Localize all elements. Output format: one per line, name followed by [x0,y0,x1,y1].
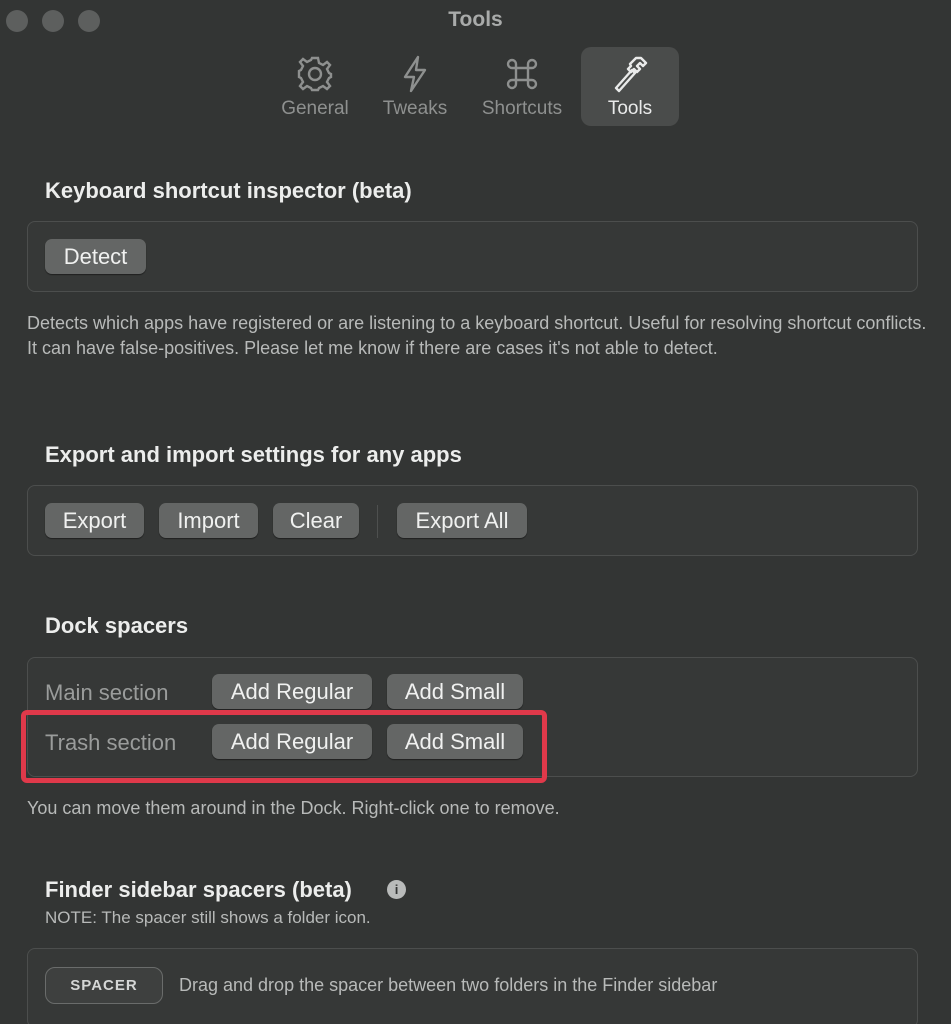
export-all-button[interactable]: Export All [397,503,527,538]
dock-spacers-description: You can move them around in the Dock. Ri… [27,798,560,818]
dock-spacers-heading: Dock spacers [45,613,189,638]
detect-button[interactable]: Detect [45,239,146,274]
tab-tools-label: Tools [607,98,653,119]
spacer-drag-handle[interactable]: SPACER [45,967,163,1004]
tab-shortcuts-label: Shortcuts [481,98,563,119]
finder-spacers-note: NOTE: The spacer still shows a folder ic… [45,908,371,927]
button-group-divider [377,505,378,538]
finder-spacers-instruction: Drag and drop the spacer between two fol… [179,975,718,995]
export-button[interactable]: Export [45,503,144,538]
shortcut-inspector-description: Detects which apps have registered or ar… [27,313,927,358]
export-import-heading: Export and import settings for any apps [45,442,462,467]
finder-spacers-heading: Finder sidebar spacers (beta) [45,877,352,902]
main-section-label: Main section [45,680,169,705]
hammer-icon [614,56,648,93]
info-icon[interactable]: i [387,880,406,899]
window-title: Tools [448,8,503,31]
bolt-icon [403,55,427,93]
tab-shortcuts[interactable]: Shortcuts [474,47,570,126]
tab-general[interactable]: General [276,47,354,126]
tab-tweaks[interactable]: Tweaks [377,47,453,126]
gear-icon [297,56,333,92]
clear-button[interactable]: Clear [273,503,359,538]
command-icon [506,58,538,90]
shortcut-inspector-panel [27,221,918,292]
main-add-regular-button[interactable]: Add Regular [212,674,372,709]
import-button[interactable]: Import [159,503,258,538]
tab-tweaks-label: Tweaks [382,98,448,119]
tab-tools[interactable]: Tools [581,47,679,126]
trash-section-highlight [21,710,547,783]
shortcut-inspector-heading: Keyboard shortcut inspector (beta) [45,178,412,203]
tab-general-label: General [281,98,349,119]
main-add-small-button[interactable]: Add Small [387,674,523,709]
